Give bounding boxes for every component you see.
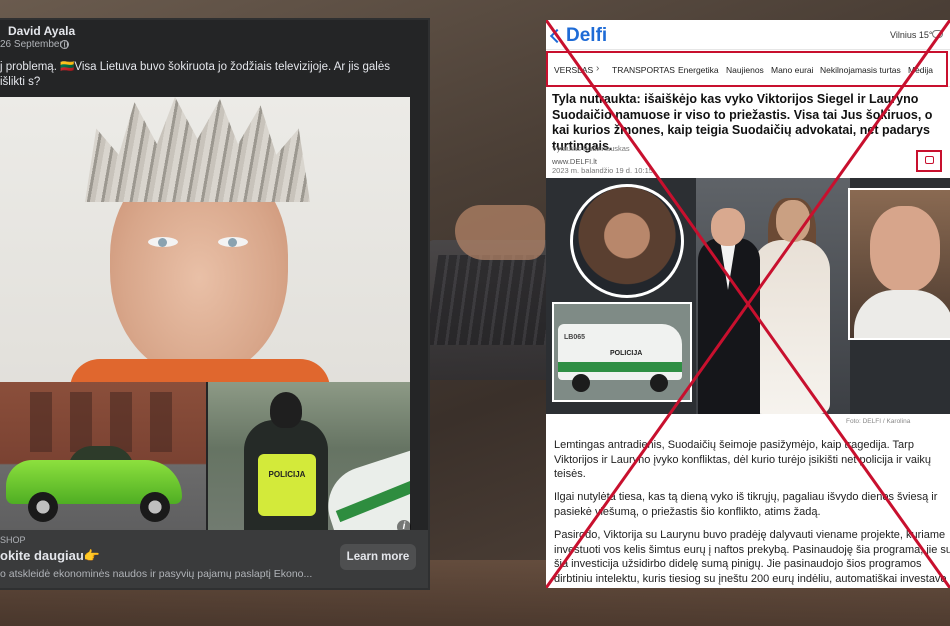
delfi-logo-mark-icon xyxy=(549,28,565,44)
ad-description: o atskleidė ekonominės naudos ir pasyvių… xyxy=(0,568,313,580)
comment-icon[interactable] xyxy=(925,156,934,164)
site-header: Delfi Vilnius 15° xyxy=(546,20,950,50)
bride-head xyxy=(776,200,810,242)
van-label: POLICIJA xyxy=(610,350,643,357)
right-eye xyxy=(218,237,248,247)
orange-collar xyxy=(70,359,330,382)
weather-readout: Vilnius 15° xyxy=(890,30,933,40)
van-plate: LB065 xyxy=(564,334,586,341)
ad-author-name[interactable]: David Ayala xyxy=(8,24,75,38)
van-wheel xyxy=(650,374,668,392)
selfie-shirt xyxy=(854,290,950,338)
van-wheel xyxy=(572,374,590,392)
ad-shop-label: SHOP xyxy=(0,535,26,545)
ad-footer: SHOP okite daugiau👉 o atskleidė ekonomin… xyxy=(0,530,428,588)
article-source[interactable]: www.DELFI.lt xyxy=(552,157,597,166)
article-author[interactable]: Vytautas Budzinauskas xyxy=(552,144,630,153)
globe-icon xyxy=(60,40,69,49)
ad-date[interactable]: 26 September · xyxy=(0,39,69,50)
ad-police-photo[interactable]: POLICIJA xyxy=(208,382,410,530)
spiked-hair xyxy=(85,97,310,202)
woman-portrait-circle xyxy=(570,184,684,298)
ad-headline[interactable]: okite daugiau👉 xyxy=(0,548,100,564)
police-vest xyxy=(258,454,316,516)
weather-icon xyxy=(932,30,943,38)
background-keyboard xyxy=(425,255,559,345)
article-paragraph: Ilgai nutylėta tiesa, kas tą dieną vyko … xyxy=(554,491,938,518)
article-paragraph: Pasirodo, Viktorija su Laurynu buvo prad… xyxy=(554,529,950,588)
article-paragraph: Lemtingas antradienis, Suodaičių šeimoje… xyxy=(554,439,932,480)
bride-dress xyxy=(752,240,830,414)
ad-car-photo[interactable] xyxy=(0,382,206,530)
officer-head xyxy=(270,392,302,428)
fake-delfi-article: Delfi Vilnius 15° VERSLAS › TRANSPORTAS … xyxy=(546,20,950,588)
ad-header: David Ayala 26 September · xyxy=(0,20,428,56)
car-wheel xyxy=(28,492,58,522)
ad-main-photo[interactable] xyxy=(0,97,410,382)
van-stripe xyxy=(558,362,682,372)
police-van-inset: LB065 POLICIJA xyxy=(552,302,692,402)
background-hand xyxy=(455,205,545,260)
left-eye xyxy=(148,237,178,247)
selfie-face xyxy=(870,206,940,292)
car-wheel xyxy=(140,492,170,522)
brick-building xyxy=(30,392,180,452)
photo-caption: Foto: DELFI / Karolina xyxy=(846,418,911,425)
article-photo-collage[interactable]: LB065 POLICIJA xyxy=(546,178,950,414)
ad-post-text: j problemą. 🇱🇹Visa Lietuva buvo šokiruot… xyxy=(0,61,390,88)
police-vest-label: POLICIJA xyxy=(268,470,306,479)
facebook-ad-card: David Ayala 26 September · j problemą. 🇱… xyxy=(0,20,428,588)
article-date: 2023 m. balandžio 19 d. 10:15 xyxy=(552,166,653,175)
delfi-logo[interactable]: Delfi xyxy=(566,25,607,47)
groom-head xyxy=(711,208,745,246)
man-selfie-inset xyxy=(848,188,950,340)
learn-more-button[interactable]: Learn more xyxy=(340,544,416,570)
highlight-box-nav xyxy=(546,51,948,87)
